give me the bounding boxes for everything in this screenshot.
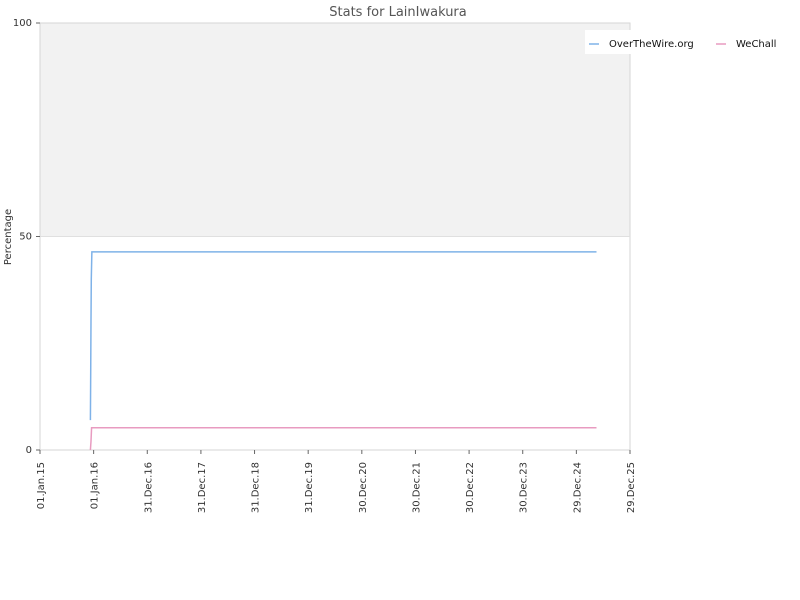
x-tick-label: 31.Dec.17	[197, 462, 208, 513]
legend-label-1: WeChall	[736, 39, 776, 50]
y-tick-label: 100	[13, 18, 32, 29]
stats-chart: Stats for LainIwakura 050100 01.Jan.15 01…	[3, 5, 780, 513]
x-tick-label: 30.Dec.21	[411, 462, 422, 513]
series-lines	[89, 251, 597, 451]
x-tick-label: 29.Dec.24	[572, 462, 583, 513]
plot-background-upper	[40, 23, 630, 237]
x-tick-label: 31.Dec.18	[251, 462, 262, 513]
x-tick-label: 30.Dec.22	[465, 462, 476, 513]
x-tick-label: 29.Dec.25	[626, 462, 637, 513]
y-tick-label: 50	[19, 232, 32, 243]
chart-title: Stats for LainIwakura	[329, 5, 467, 20]
y-axis-label: Percentage	[3, 209, 14, 265]
x-tick-label: 31.Dec.16	[143, 462, 154, 513]
series-line-1	[89, 427, 597, 451]
y-tick-label: 0	[26, 445, 32, 456]
x-tick-label: 30.Dec.20	[358, 462, 369, 513]
series-line-0	[89, 251, 597, 421]
x-tick-label: 30.Dec.23	[519, 462, 530, 513]
legend-label-0: OverTheWire.org	[609, 39, 694, 50]
y-axis-ticks: 0 50 100	[13, 18, 40, 456]
x-tick-label: 01.Jan.15	[36, 462, 47, 509]
x-tick-label: 31.Dec.19	[304, 462, 315, 513]
legend: OverTheWire.org WeChall	[585, 30, 780, 54]
x-tick-label: 01.Jan.16	[90, 462, 101, 509]
x-axis-ticks: 01.Jan.15 01.Jan.16 31.Dec.16 31.Dec.17 31.D…	[36, 450, 637, 513]
